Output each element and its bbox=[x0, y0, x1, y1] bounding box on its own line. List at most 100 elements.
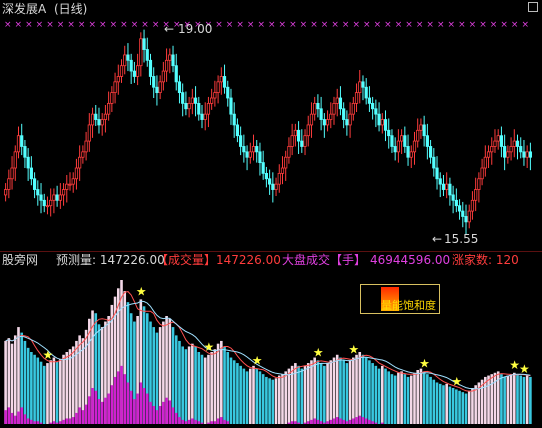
volume-bar bbox=[368, 360, 371, 424]
volume-bar bbox=[30, 352, 33, 424]
volume-bar bbox=[339, 357, 342, 424]
volume-bar bbox=[506, 375, 510, 424]
volume-bar bbox=[55, 361, 59, 424]
volume-bar bbox=[380, 365, 384, 424]
volume-bar bbox=[464, 393, 468, 424]
volume-bar bbox=[500, 374, 503, 424]
saturation-bar bbox=[355, 417, 358, 424]
candle-body bbox=[506, 151, 510, 158]
volume-bar bbox=[332, 357, 336, 424]
volume-bar bbox=[97, 324, 101, 424]
volume-bar bbox=[467, 390, 471, 424]
candle-body bbox=[435, 167, 439, 180]
volume-bar bbox=[123, 291, 127, 424]
candle-body bbox=[229, 97, 233, 115]
saturation-bar bbox=[226, 421, 230, 424]
saturation-bar bbox=[84, 404, 88, 424]
signal-marker: × bbox=[342, 20, 350, 30]
saturation-bar bbox=[126, 382, 130, 424]
candle-body bbox=[300, 140, 304, 147]
candle-body bbox=[287, 146, 291, 158]
chart-window: 深发展A (日线) × × × × × × × × × × × × × × × × × × × × × × × × × × × × × ×… bbox=[0, 0, 542, 428]
volume-bar bbox=[100, 327, 104, 424]
candle-body bbox=[264, 172, 268, 180]
candle-body bbox=[290, 135, 294, 147]
saturation-bar bbox=[303, 422, 307, 424]
volume-bar bbox=[229, 357, 233, 424]
legend-label: 量能饱和度 bbox=[381, 299, 436, 312]
candle-body bbox=[268, 178, 272, 185]
candle-body bbox=[322, 119, 326, 126]
saturation-legend: 量能饱和度 bbox=[360, 284, 440, 314]
candle-body bbox=[210, 97, 214, 104]
saturation-bar bbox=[149, 401, 152, 424]
volume-bar bbox=[184, 349, 188, 424]
volume-bar bbox=[71, 346, 75, 424]
candle-body bbox=[68, 183, 72, 186]
candle-body bbox=[329, 113, 333, 120]
volume-bar bbox=[310, 360, 313, 424]
volume-bar bbox=[477, 382, 481, 424]
candle-body bbox=[155, 86, 159, 94]
candle-body bbox=[10, 167, 14, 180]
volume-bar bbox=[139, 299, 143, 424]
signal-marker: × bbox=[458, 20, 466, 30]
volume-bar bbox=[158, 327, 162, 424]
low-arrow: ← bbox=[432, 232, 443, 246]
volume-bar bbox=[181, 346, 184, 424]
candle-body bbox=[358, 81, 362, 94]
candle-body bbox=[148, 59, 153, 77]
volume-bar bbox=[165, 316, 168, 424]
saturation-bar bbox=[294, 421, 297, 424]
candle-body bbox=[142, 38, 146, 50]
candle-body bbox=[354, 92, 359, 104]
candle-body bbox=[187, 102, 191, 110]
candle-body bbox=[84, 140, 88, 153]
volume-bar bbox=[319, 363, 323, 424]
saturation-bar bbox=[13, 415, 17, 424]
saturation-bar bbox=[113, 376, 117, 424]
candle-body bbox=[503, 146, 507, 158]
candle-body bbox=[4, 189, 8, 196]
saturation-bar bbox=[213, 421, 217, 424]
candle-body bbox=[74, 167, 79, 180]
signal-marker: × bbox=[352, 20, 360, 30]
saturation-bar bbox=[165, 397, 168, 424]
candle-body bbox=[522, 151, 526, 158]
volume-bar bbox=[162, 321, 165, 424]
saturation-bar bbox=[110, 385, 114, 424]
candle-body bbox=[377, 113, 381, 126]
candle-body bbox=[387, 129, 391, 137]
volume-bar bbox=[413, 372, 416, 424]
volume-bar bbox=[245, 371, 249, 424]
volume-bar bbox=[116, 288, 120, 424]
signal-marker: × bbox=[215, 20, 223, 30]
candle-body bbox=[216, 81, 220, 94]
candle-body bbox=[49, 199, 53, 207]
saturation-bar bbox=[152, 406, 156, 424]
candle-body bbox=[348, 113, 352, 126]
price-chart[interactable]: × × × × × × × × × × × × × × × × × × × × × × × × × × × × × × × × × × × × × × × ×… bbox=[0, 0, 542, 250]
saturation-bar bbox=[329, 419, 333, 424]
candle-body bbox=[383, 119, 388, 131]
volume-bar bbox=[20, 332, 24, 424]
volume-bar bbox=[471, 388, 474, 424]
star-marker: ★ bbox=[509, 358, 520, 372]
high-arrow: ← bbox=[164, 22, 175, 36]
candle-body bbox=[23, 146, 27, 158]
saturation-bar bbox=[326, 421, 329, 424]
volume-bar bbox=[168, 318, 172, 424]
saturation-bar bbox=[348, 419, 352, 424]
volume-bar bbox=[484, 376, 487, 424]
star-marker: ★ bbox=[313, 345, 324, 359]
volume-bar bbox=[39, 361, 43, 424]
candle-body bbox=[515, 140, 520, 147]
advancing-count: 涨家数: 120 bbox=[452, 253, 519, 267]
candle-body bbox=[55, 194, 59, 201]
candle-body bbox=[403, 135, 407, 147]
volume-bar bbox=[213, 349, 217, 424]
low-price-label: 15.55 bbox=[444, 232, 479, 246]
candle-body bbox=[438, 178, 442, 185]
volume-bar bbox=[348, 360, 352, 424]
volume-bar bbox=[155, 332, 159, 424]
